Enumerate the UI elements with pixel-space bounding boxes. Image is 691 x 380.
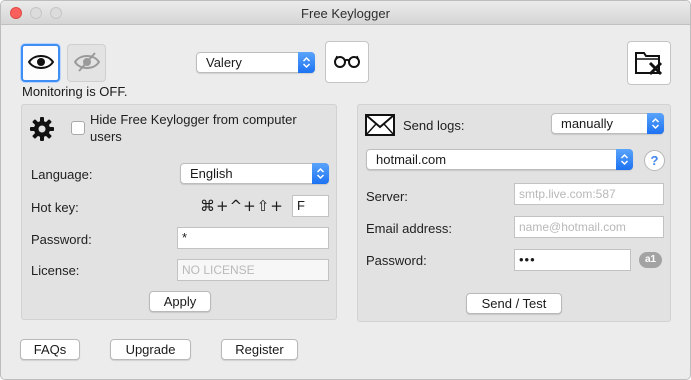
- language-label: Language:: [31, 167, 93, 182]
- faqs-button[interactable]: FAQs: [20, 339, 80, 360]
- hide-app-checkbox[interactable]: [71, 121, 85, 135]
- eye-off-icon: [73, 51, 100, 76]
- user-select[interactable]: Valery: [196, 52, 315, 73]
- email-provider-select[interactable]: hotmail.com: [366, 149, 633, 170]
- email-password-field[interactable]: •••: [514, 249, 631, 271]
- title-bar: Free Keylogger: [1, 1, 690, 25]
- send-logs-label: Send logs:: [403, 118, 465, 133]
- send-logs-panel: Send logs: manually hotmail.com ? Server…: [357, 104, 671, 322]
- email-provider-value: hotmail.com: [376, 152, 447, 167]
- server-label: Server:: [366, 189, 408, 204]
- password-field[interactable]: *: [177, 227, 329, 249]
- gear-icon: [30, 117, 54, 144]
- hotkey-label: Hot key:: [31, 200, 79, 215]
- send-mode-value: manually: [561, 116, 614, 131]
- clear-logs-button[interactable]: [627, 41, 671, 85]
- view-logs-button[interactable]: [325, 41, 369, 83]
- start-monitoring-button[interactable]: [21, 44, 60, 82]
- stop-monitoring-button[interactable]: [67, 44, 106, 82]
- language-select[interactable]: English: [180, 163, 329, 184]
- hotkey-modifiers: ⌘+^+⇧+: [200, 197, 284, 215]
- app-window: Free Keylogger Valery Monitoring is OFF.…: [0, 0, 691, 380]
- hide-app-label: Hide Free Keylogger from computer users: [90, 112, 297, 144]
- chevron-updown-icon: [298, 52, 315, 73]
- help-button[interactable]: ?: [644, 150, 665, 171]
- password-label: Password:: [31, 232, 92, 247]
- monitoring-status: Monitoring is OFF.: [22, 84, 128, 99]
- eye-icon: [27, 53, 54, 74]
- chevron-updown-icon: [312, 163, 329, 184]
- chevron-updown-icon: [647, 113, 664, 134]
- hotkey-key-field[interactable]: F: [292, 195, 329, 217]
- apply-button[interactable]: Apply: [149, 291, 211, 312]
- password-visibility-badge[interactable]: a1: [639, 252, 663, 268]
- chevron-updown-icon: [616, 149, 633, 170]
- register-button[interactable]: Register: [221, 339, 298, 360]
- email-address-field[interactable]: name@hotmail.com: [514, 216, 664, 238]
- license-field[interactable]: NO LICENSE: [177, 259, 329, 281]
- email-password-label: Password:: [366, 253, 427, 268]
- folder-delete-icon: [634, 48, 664, 79]
- general-settings-panel: Hide Free Keylogger from computer users …: [21, 104, 337, 320]
- send-mode-select[interactable]: manually: [551, 113, 664, 134]
- envelope-icon: [365, 114, 395, 139]
- language-select-value: English: [190, 166, 233, 181]
- email-address-label: Email address:: [366, 221, 452, 236]
- send-test-button[interactable]: Send / Test: [466, 293, 562, 314]
- user-select-value: Valery: [206, 55, 242, 70]
- license-label: License:: [31, 263, 80, 278]
- glasses-icon: [333, 54, 361, 71]
- window-title: Free Keylogger: [301, 6, 390, 21]
- server-field[interactable]: smtp.live.com:587: [514, 183, 664, 205]
- upgrade-button[interactable]: Upgrade: [110, 339, 191, 360]
